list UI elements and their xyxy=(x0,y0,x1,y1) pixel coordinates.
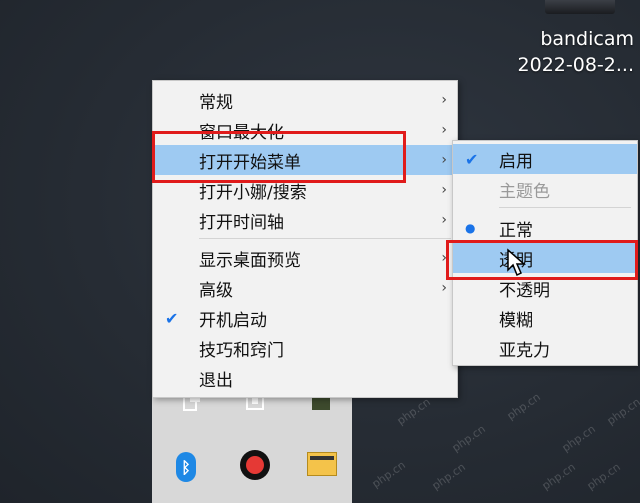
menu-item-label: 技巧和窍门 xyxy=(199,340,284,361)
menu-item-exit[interactable]: 退出 xyxy=(153,363,457,393)
menu-item-run-at-startup[interactable]: ✔ 开机启动 xyxy=(153,303,457,333)
menu-item-label: 高级 xyxy=(199,280,233,301)
watermark: php.cn xyxy=(394,395,433,428)
chevron-right-icon: › xyxy=(441,92,447,108)
menu-item-show-desktop-preview[interactable]: 显示桌面预览 › xyxy=(153,243,457,273)
chevron-right-icon: › xyxy=(441,122,447,138)
annotation-highlight-box xyxy=(152,131,406,183)
checkmark-icon: ✔ xyxy=(165,308,179,328)
folder-icon[interactable] xyxy=(307,452,337,476)
menu-item-general[interactable]: 常规 › xyxy=(153,85,457,115)
radio-bullet-icon: ● xyxy=(465,221,476,235)
menu-item-label: 亚克力 xyxy=(499,340,550,361)
chevron-right-icon: › xyxy=(441,280,447,296)
menu-item-label: 打开时间轴 xyxy=(199,212,284,233)
record-icon[interactable] xyxy=(240,450,270,480)
submenu-item-theme-color[interactable]: 主题色 xyxy=(453,174,637,204)
watermark: php.cn xyxy=(539,460,578,493)
menu-item-tips-and-tricks[interactable]: 技巧和窍门 xyxy=(153,333,457,363)
desktop-icon-label[interactable]: bandicam xyxy=(540,28,634,50)
submenu-item-blur[interactable]: 模糊 xyxy=(453,303,637,333)
watermark: php.cn xyxy=(369,458,408,491)
watermark: php.cn xyxy=(559,422,598,455)
menu-item-open-timeline[interactable]: 打开时间轴 › xyxy=(153,205,457,235)
submenu-item-acrylic[interactable]: 亚克力 xyxy=(453,333,637,363)
desktop-icon-thumbnail[interactable] xyxy=(545,0,615,14)
chevron-right-icon: › xyxy=(441,212,447,228)
chevron-right-icon: › xyxy=(441,152,447,168)
menu-item-label: 模糊 xyxy=(499,310,533,331)
menu-item-label: 正常 xyxy=(499,220,533,241)
watermark: php.cn xyxy=(584,460,623,493)
chevron-right-icon: › xyxy=(441,182,447,198)
tray-context-menu: 常规 › 窗口最大化 › 打开开始菜单 › 打开小娜/搜索 › 打开时间轴 › … xyxy=(152,80,458,398)
desktop-icon-date: 2022-08-2... xyxy=(517,54,634,76)
annotation-highlight-box xyxy=(446,240,638,280)
watermark: php.cn xyxy=(449,422,488,455)
submenu-item-normal[interactable]: ● 正常 xyxy=(453,213,637,243)
menu-separator xyxy=(499,207,631,208)
menu-item-label: 主题色 xyxy=(499,181,550,202)
watermark: php.cn xyxy=(504,390,543,423)
watermark: php.cn xyxy=(429,460,468,493)
menu-item-advanced[interactable]: 高级 › xyxy=(153,273,457,303)
menu-item-label: 显示桌面预览 xyxy=(199,250,301,271)
menu-item-label: 启用 xyxy=(499,151,533,172)
menu-item-label: 退出 xyxy=(199,370,233,391)
menu-item-label: 常规 xyxy=(199,92,233,113)
menu-separator xyxy=(199,238,451,239)
bluetooth-icon[interactable]: ᛒ xyxy=(176,452,196,482)
watermark: php.cn xyxy=(604,395,640,428)
submenu-item-enable[interactable]: ✔ 启用 xyxy=(453,144,637,174)
checkmark-icon: ✔ xyxy=(465,149,479,169)
start-menu-tile-panel: ᛒ xyxy=(152,386,352,503)
mouse-cursor-icon xyxy=(507,248,526,277)
menu-item-label: 开机启动 xyxy=(199,310,267,331)
